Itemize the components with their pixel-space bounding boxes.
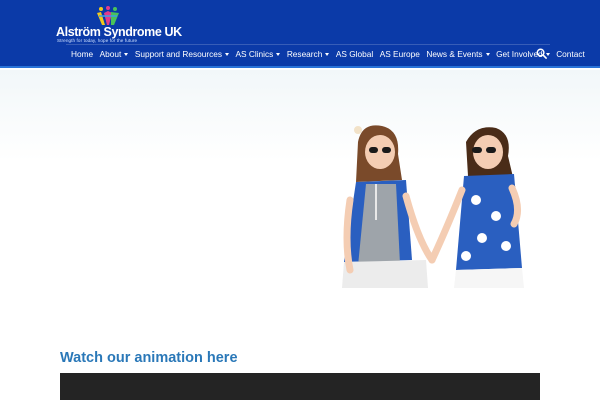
nav-item-contact[interactable]: Contact bbox=[556, 48, 585, 59]
caret-down-icon bbox=[325, 52, 330, 56]
nav-label: AS Global bbox=[335, 49, 374, 59]
nav-item-research[interactable]: Research bbox=[287, 48, 330, 59]
nav-item-as-clinics[interactable]: AS Clinics bbox=[236, 48, 281, 59]
nav-item-as-europe[interactable]: AS Europe bbox=[380, 48, 420, 59]
hero-photo-two-girls bbox=[342, 125, 524, 288]
nav-item-support-and-resources[interactable]: Support and Resources bbox=[135, 48, 229, 59]
site-logo[interactable]: Alström Syndrome UK Strength for today, … bbox=[56, 6, 182, 44]
nav-label: Home bbox=[71, 49, 94, 59]
nav-label: Support and Resources bbox=[134, 49, 222, 59]
nav-item-about[interactable]: About bbox=[100, 48, 129, 59]
nav-label: Contact bbox=[556, 49, 585, 59]
nav-label: AS Europe bbox=[379, 49, 420, 59]
nav-item-home[interactable]: Home bbox=[71, 48, 93, 59]
hero-banner bbox=[0, 70, 600, 298]
nav-item-as-global[interactable]: AS Global bbox=[336, 48, 373, 59]
nav-label: AS Clinics bbox=[235, 49, 274, 59]
animation-section-title: Watch our animation here bbox=[60, 350, 238, 366]
site-header: Alström Syndrome UK Strength for today, … bbox=[0, 0, 600, 68]
logo-figures-icon bbox=[97, 6, 119, 25]
main-nav: Home About Support and Resources AS Clin… bbox=[66, 44, 585, 62]
logo-title: Alström Syndrome UK bbox=[56, 25, 182, 39]
caret-down-icon bbox=[124, 52, 129, 56]
nav-label: News & Events bbox=[426, 49, 483, 59]
caret-down-icon bbox=[485, 52, 490, 56]
logo-tagline: Strength for today, hope for the future bbox=[57, 38, 138, 43]
nav-label: About bbox=[99, 49, 122, 59]
search-icon[interactable] bbox=[536, 48, 547, 59]
caret-down-icon bbox=[276, 52, 281, 56]
nav-label: Research bbox=[286, 49, 323, 59]
nav-item-news-events[interactable]: News & Events bbox=[426, 48, 490, 59]
caret-down-icon bbox=[225, 52, 229, 56]
animation-video-player[interactable] bbox=[60, 373, 540, 400]
